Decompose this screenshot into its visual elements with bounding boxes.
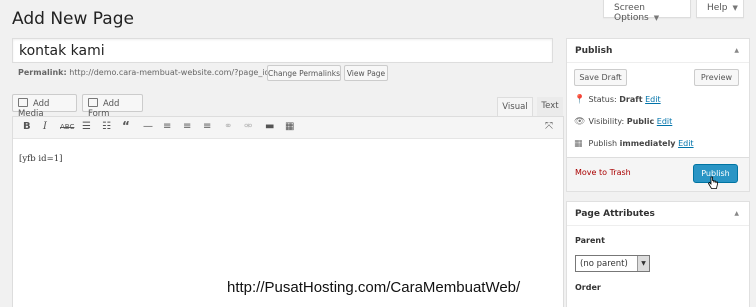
screen-options-button[interactable]: Screen Options ▼ bbox=[603, 0, 691, 23]
page-title-input[interactable]: kontak kami bbox=[12, 38, 553, 63]
link-icon[interactable]: ⚭ bbox=[224, 121, 232, 132]
tab-text[interactable]: Text bbox=[537, 97, 563, 116]
bold-icon[interactable]: B bbox=[23, 121, 31, 132]
visibility-value: Public bbox=[626, 117, 655, 126]
status-row: 📍 Status: Draft Edit bbox=[574, 95, 661, 105]
strikethrough-icon[interactable]: ABC bbox=[60, 123, 74, 131]
edit-schedule-link[interactable]: Edit bbox=[678, 139, 694, 148]
order-label: Order bbox=[575, 283, 601, 292]
edit-status-link[interactable]: Edit bbox=[645, 95, 661, 104]
save-draft-button[interactable]: Save Draft bbox=[574, 69, 627, 86]
help-label: Help bbox=[707, 3, 728, 13]
view-page-button[interactable]: View Page bbox=[344, 65, 388, 81]
parent-label: Parent bbox=[575, 236, 605, 245]
schedule-label: Publish bbox=[588, 139, 618, 148]
parent-select[interactable]: (no parent) ▼ bbox=[575, 255, 650, 272]
page-attributes-header[interactable]: Page Attributes ▲ bbox=[567, 202, 749, 226]
screen-options-label: Screen Options bbox=[614, 3, 649, 23]
edit-visibility-link[interactable]: Edit bbox=[657, 117, 673, 126]
status-label: Status: bbox=[588, 95, 617, 104]
chevron-down-icon: ▼ bbox=[637, 256, 649, 271]
watermark-text: http://PusatHosting.com/CaraMembuatWeb/ bbox=[227, 279, 521, 296]
chevron-down-icon: ▼ bbox=[732, 4, 738, 12]
form-icon bbox=[88, 98, 98, 107]
permalink-url[interactable]: http://demo.cara-membuat-website.com/?pa… bbox=[69, 68, 281, 77]
major-publishing-actions: Move to Trash Publish bbox=[567, 157, 749, 191]
toolbar-toggle-icon[interactable]: ▦ bbox=[285, 121, 294, 132]
schedule-value: immediately bbox=[619, 139, 676, 148]
visibility-label: Visibility: bbox=[588, 117, 625, 126]
publish-box: Publish ▲ Save Draft Preview 📍 Status: D… bbox=[566, 38, 750, 192]
pin-icon: 📍 bbox=[574, 95, 586, 105]
page-attributes-title: Page Attributes bbox=[575, 209, 655, 219]
editor-toolbar: B I ABC ☰ ☷ “ — ≡ ≡ ≡ ⚭ ⚮ ▬ ▦ ⤧ bbox=[13, 117, 563, 139]
parent-select-value: (no parent) bbox=[580, 259, 628, 269]
align-center-icon[interactable]: ≡ bbox=[183, 121, 191, 132]
publish-box-header[interactable]: Publish ▲ bbox=[567, 39, 749, 63]
permalink: Permalink: http://demo.cara-membuat-webs… bbox=[18, 68, 281, 77]
help-button[interactable]: Help ▼ bbox=[696, 0, 744, 18]
numbered-list-icon[interactable]: ☷ bbox=[102, 121, 111, 132]
align-left-icon[interactable]: ≡ bbox=[163, 121, 171, 132]
visibility-row: 👁 Visibility: Public Edit bbox=[574, 117, 672, 127]
preview-button[interactable]: Preview bbox=[694, 69, 739, 86]
blockquote-icon[interactable]: “ bbox=[122, 119, 130, 133]
page-attributes-box: Page Attributes ▲ Parent (no parent) ▼ O… bbox=[566, 201, 750, 307]
move-to-trash-link[interactable]: Move to Trash bbox=[575, 168, 631, 177]
schedule-row: ▦ Publish immediately Edit bbox=[574, 139, 694, 149]
read-more-icon[interactable]: ▬ bbox=[265, 121, 274, 132]
horizontal-rule-icon[interactable]: — bbox=[143, 121, 153, 132]
bullet-list-icon[interactable]: ☰ bbox=[82, 121, 91, 132]
status-value: Draft bbox=[619, 95, 643, 104]
collapse-toggle-icon[interactable]: ▲ bbox=[734, 47, 739, 54]
publish-box-title: Publish bbox=[575, 46, 613, 56]
calendar-icon: ▦ bbox=[574, 139, 583, 149]
align-right-icon[interactable]: ≡ bbox=[203, 121, 211, 132]
add-form-button[interactable]: Add Form bbox=[82, 94, 143, 119]
tab-visual[interactable]: Visual bbox=[497, 97, 533, 116]
change-permalinks-button[interactable]: Change Permalinks bbox=[267, 65, 341, 81]
add-media-button[interactable]: Add Media bbox=[12, 94, 77, 119]
eye-icon: 👁 bbox=[574, 117, 586, 127]
chevron-down-icon: ▼ bbox=[653, 14, 660, 22]
collapse-toggle-icon[interactable]: ▲ bbox=[734, 210, 739, 217]
page-title: Add New Page bbox=[12, 9, 134, 29]
permalink-label: Permalink: bbox=[18, 68, 67, 77]
unlink-icon[interactable]: ⚮ bbox=[244, 121, 252, 132]
media-icon bbox=[18, 98, 28, 107]
editor-content[interactable]: [yfb id=1] bbox=[19, 154, 62, 164]
hand-cursor-icon bbox=[708, 176, 718, 189]
italic-icon[interactable]: I bbox=[43, 121, 47, 132]
fullscreen-icon[interactable]: ⤧ bbox=[545, 121, 553, 132]
